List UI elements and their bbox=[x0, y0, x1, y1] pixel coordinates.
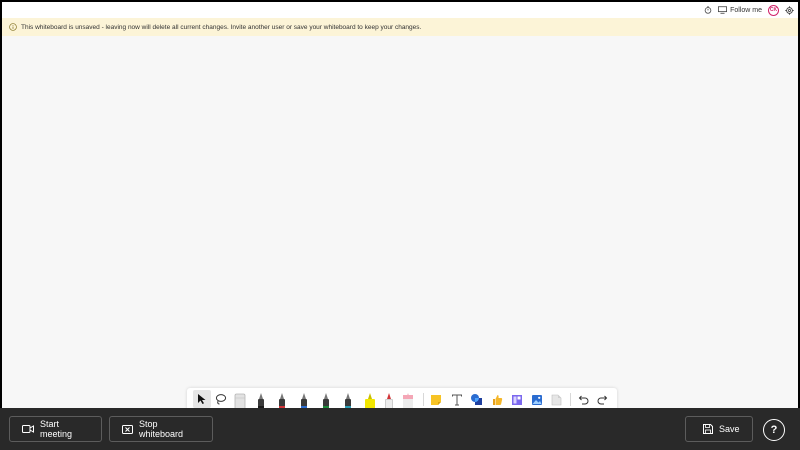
help-icon: ? bbox=[770, 424, 778, 436]
save-button[interactable]: Save bbox=[685, 416, 753, 442]
text-tool[interactable] bbox=[451, 393, 463, 408]
pen-black[interactable] bbox=[258, 392, 264, 408]
sticky-note-tool[interactable] bbox=[430, 393, 442, 408]
highlighter-white[interactable] bbox=[385, 392, 393, 408]
reactions-tool[interactable] bbox=[491, 393, 503, 408]
start-meeting-button[interactable]: Start meeting bbox=[9, 416, 102, 442]
shapes-icon bbox=[470, 393, 483, 406]
timer-icon[interactable] bbox=[704, 6, 712, 14]
pen-teal[interactable] bbox=[345, 392, 351, 408]
templates-icon bbox=[511, 394, 523, 406]
follow-me-icon bbox=[718, 6, 728, 14]
top-bar: Follow me CK bbox=[2, 2, 798, 18]
pen-red[interactable] bbox=[279, 392, 285, 408]
pen-blue[interactable] bbox=[301, 392, 307, 408]
settings-icon[interactable] bbox=[785, 5, 794, 15]
save-icon bbox=[703, 424, 713, 434]
text-icon bbox=[451, 394, 463, 406]
banner-text: This whiteboard is unsaved - leaving now… bbox=[21, 23, 422, 31]
templates-tool[interactable] bbox=[511, 393, 523, 408]
document-icon bbox=[551, 394, 562, 406]
stop-whiteboard-label: Stop whiteboard bbox=[139, 419, 184, 439]
help-button[interactable]: ? bbox=[763, 419, 785, 441]
lasso-icon bbox=[215, 393, 227, 405]
image-icon bbox=[531, 394, 543, 406]
undo-icon bbox=[577, 394, 589, 406]
pen-green[interactable] bbox=[323, 392, 329, 408]
bottom-bar: Start meeting Stop whiteboard Save ? bbox=[0, 408, 800, 450]
redo-button[interactable] bbox=[597, 393, 609, 408]
toolbar-divider bbox=[570, 393, 571, 406]
select-cursor-icon bbox=[197, 393, 207, 405]
stop-screen-icon bbox=[122, 424, 133, 434]
follow-me-label: Follow me bbox=[730, 6, 762, 14]
shapes-tool[interactable] bbox=[470, 393, 483, 408]
undo-button[interactable] bbox=[577, 393, 589, 408]
whiteboard-canvas[interactable] bbox=[2, 36, 798, 408]
top-actions: Follow me CK bbox=[704, 3, 794, 17]
stop-whiteboard-button[interactable]: Stop whiteboard bbox=[109, 416, 213, 442]
thumbs-up-icon bbox=[491, 394, 503, 406]
eraser-icon bbox=[234, 392, 246, 408]
whiteboard-window: Follow me CK This whiteboard is unsaved … bbox=[2, 2, 798, 408]
highlighter-yellow[interactable] bbox=[365, 392, 375, 408]
document-tool[interactable] bbox=[551, 393, 562, 408]
inking-toolbar bbox=[187, 388, 617, 408]
avatar[interactable]: CK bbox=[768, 4, 779, 16]
eraser-tool[interactable] bbox=[234, 392, 246, 408]
select-tool[interactable] bbox=[193, 390, 211, 408]
start-meeting-label: Start meeting bbox=[40, 419, 73, 439]
unsaved-warning-banner: This whiteboard is unsaved - leaving now… bbox=[2, 18, 798, 36]
follow-me-button[interactable]: Follow me bbox=[718, 6, 762, 14]
info-icon bbox=[9, 23, 17, 31]
lasso-tool[interactable] bbox=[215, 392, 229, 406]
redo-icon bbox=[597, 394, 609, 406]
highlighter-pink[interactable] bbox=[403, 392, 413, 408]
image-tool[interactable] bbox=[531, 393, 543, 408]
save-label: Save bbox=[719, 424, 740, 434]
sticky-note-icon bbox=[430, 394, 442, 406]
toolbar-divider bbox=[423, 393, 424, 406]
video-camera-icon bbox=[22, 424, 34, 434]
